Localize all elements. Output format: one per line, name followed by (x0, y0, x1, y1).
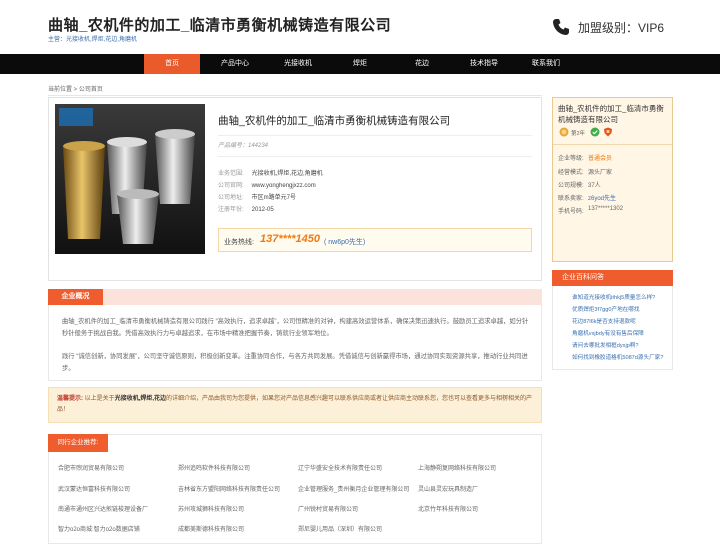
card-row-mode: 经营模式: 源头厂家 (558, 170, 613, 176)
company-card-name: 曲轴_农机件的加工_临清市勇衡机械铸造有限公司 (558, 104, 664, 124)
overview-paragraph-2: 践行 “诚信创新，协同发展”，公司坚守诚信原则，积极创新变革。注重协同合作，与各… (62, 353, 528, 372)
card-row-mobile: 手机号码: 137*****1302 (558, 206, 624, 215)
hotline-box: 业务热线: 137****1450 ( nw6p0先生) (218, 228, 532, 252)
overview-tab[interactable]: 企业概况 (48, 289, 103, 305)
company-link[interactable]: 企业管理服务_贵州衡月企业管理有限公司 (298, 486, 410, 495)
site-title: 曲轴_农机件的加工_临清市勇衡机械铸造有限公司 (48, 17, 392, 34)
tips-keywords: 光接收机,焊炬,花边 (114, 396, 167, 402)
breadcrumb: 当前位置 > 公司首页 (48, 87, 103, 93)
overview-header-bar (48, 289, 542, 305)
nav-lace[interactable]: 花边 (394, 54, 450, 74)
faq-title: 企业百科问答 (552, 270, 673, 286)
company-link[interactable]: 灵山县灵宏玩具制造厂 (418, 486, 530, 495)
product-info-address: 公司地址: 市区m路单元7号 (218, 195, 297, 201)
divider (553, 144, 672, 145)
tips-box: 温馨提示: 以上是关于光接收机,焊炬,花边的详细介绍，产品由我司为您提供，如果您… (48, 387, 542, 423)
company-link[interactable]: 郑尼婴儿用品（深圳）有限公司 (298, 526, 410, 535)
company-link[interactable]: 上海静朔复网络科技有限公司 (418, 465, 530, 474)
card-row-size: 公司规模: 37人 (558, 183, 601, 189)
hotline-label: 业务热线: (224, 239, 254, 246)
divider (48, 95, 542, 96)
tips-label: 温馨提示: (57, 396, 83, 402)
member-level: 加盟级别：VIP6 (578, 21, 665, 35)
company-link[interactable]: 北京竹年科技有限公司 (418, 506, 530, 515)
year-badge: 第2年 (571, 131, 586, 137)
hotline-number[interactable]: 137****1450 (260, 233, 320, 245)
divider (218, 135, 532, 136)
phone-icon (553, 19, 569, 35)
hotline-contact: ( nw6p0先生) (324, 239, 366, 246)
main-nav: 首页 产品中心 光接收机 焊炬 花边 技术指导 联系我们 (0, 54, 720, 74)
nav-optical-receiver[interactable]: 光接收机 (268, 54, 328, 74)
faq-link[interactable]: 角磨机vxjbdy有没有售后保障 (572, 329, 670, 337)
divider (218, 156, 532, 157)
shield-icon (604, 127, 612, 137)
company-link[interactable]: 郑州追鸣软件科技有限公司 (178, 465, 290, 474)
product-info-scope: 业务范围: 光接收机,焊炬,花边,角磨机 (218, 171, 323, 177)
faq-link[interactable]: 请问去哪批发相框dyxjp啊? (572, 341, 670, 349)
faq-link[interactable]: 优质焊炬3f7gg0产地在哪找 (572, 305, 670, 313)
product-number: 产品编号：144234 (218, 143, 269, 149)
company-link[interactable]: 广州锐村贸易有限公司 (298, 506, 410, 515)
nav-home[interactable]: 首页 (144, 54, 200, 74)
nav-contact[interactable]: 联系我们 (518, 54, 574, 74)
nav-welding-torch[interactable]: 焊炬 (332, 54, 388, 74)
overview-paragraph-1: 曲轴_农机件的加工_临清市勇衡机械铸造有限公司践行 “高效执行，追求卓越”，公司… (62, 318, 529, 337)
product-info-website: 公司官网: www.yonghengjxzz.com (218, 183, 316, 189)
company-link[interactable]: 智力o2o商城:智力o2o数据店铺 (58, 526, 170, 535)
card-row-level: 企业等级: 普通会员 (558, 156, 613, 162)
site-header: 曲轴_农机件的加工_临清市勇衡机械铸造有限公司 主营：光接收机,焊炬,花边,角磨… (0, 0, 720, 54)
medal-icon (559, 127, 569, 137)
company-link[interactable]: 武汉蒙达恒富科技有限公司 (58, 486, 170, 495)
company-link[interactable]: 辽宁华盛安全技术有限责任公司 (298, 465, 410, 474)
product-info-year: 注册年份: 2012-05 (218, 207, 274, 213)
nav-tech-guide[interactable]: 技术指导 (456, 54, 512, 74)
product-image[interactable] (55, 104, 205, 254)
company-link[interactable]: 南通市通州区兴达煎链梭理设备厂 (58, 506, 170, 515)
faq-link[interactable]: 谁知道光接收机ithkj5质量怎么样? (572, 293, 670, 301)
company-link[interactable]: 合肥市煦润贸易有限公司 (58, 465, 170, 474)
faq-link[interactable]: 花边87l6k是否支持退款呢 (572, 317, 670, 325)
company-link[interactable]: 吉林省东方盟阳网络科技有限责任公司 (178, 486, 290, 495)
site-subtitle: 主营：光接收机,焊炬,花边,角磨机 (48, 37, 138, 43)
stainless-cups-image (55, 104, 205, 254)
same-industry-tab: 同行企业推荐: (48, 434, 108, 452)
nav-products[interactable]: 产品中心 (206, 54, 264, 74)
verified-icon (590, 127, 600, 137)
card-row-contact: 联系卖家: z6yod先生 (558, 196, 617, 202)
company-link[interactable]: 成都美斯德科技有限公司 (178, 526, 290, 535)
company-link[interactable]: 苏州攻城狮科技有限公司 (178, 506, 290, 515)
product-title: 曲轴_农机件的加工_临清市勇衡机械铸造有限公司 (218, 115, 451, 127)
faq-link[interactable]: 如何找到橡胶道格机5087d源头厂家? (572, 353, 670, 361)
